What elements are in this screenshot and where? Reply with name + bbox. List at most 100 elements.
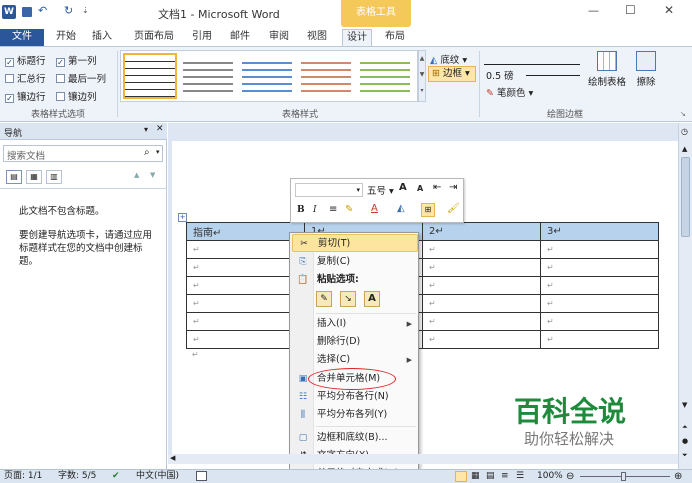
zoom-in-icon[interactable]: ⊕ — [674, 470, 682, 483]
table-cell[interactable]: ↵ — [422, 276, 541, 295]
tab-home[interactable]: 开始 — [50, 29, 82, 46]
undo-icon[interactable]: ↶ — [38, 4, 47, 17]
checkbox-banded-rows[interactable]: ✓ 镶边行 — [5, 89, 46, 103]
tab-references[interactable]: 引用 — [186, 29, 218, 46]
table-row[interactable]: ↵↵↵↵ — [186, 294, 659, 313]
draw-table-button[interactable]: 绘制表格 — [586, 51, 628, 88]
grow-font-button[interactable]: A — [399, 182, 407, 193]
center-align-icon[interactable]: ≡ — [329, 204, 337, 215]
tab-review[interactable]: 审阅 — [263, 29, 295, 46]
table-cell[interactable]: ↵ — [186, 240, 305, 259]
next-page-icon[interactable]: ⏷ — [682, 451, 688, 460]
tab-view[interactable]: 视图 — [301, 29, 333, 46]
redo-icon[interactable]: ↻ — [64, 4, 73, 17]
nav-close-icon[interactable]: ✕ — [156, 124, 164, 134]
table-cell[interactable]: ↵ — [186, 294, 305, 313]
line-weight-select[interactable]: 0.5 磅 — [486, 68, 514, 82]
table-cell[interactable]: ↵ — [422, 294, 541, 313]
table-cell[interactable]: ↵ — [540, 294, 659, 313]
italic-button[interactable]: I — [313, 205, 317, 215]
table-cell[interactable]: ↵ — [186, 258, 305, 277]
scroll-left-icon[interactable]: ◀ — [170, 454, 175, 462]
minimize-button[interactable]: — — [588, 4, 599, 17]
view-draft-icon[interactable]: ☰ — [516, 470, 524, 483]
zoom-level[interactable]: 100% — [537, 470, 563, 483]
table-cell[interactable]: ↵ — [422, 258, 541, 277]
close-button[interactable]: ✕ — [664, 3, 674, 17]
nav-down-icon[interactable]: ▼ — [150, 171, 155, 179]
checkbox-header-row[interactable]: ✓ 标题行 — [5, 53, 46, 67]
scroll-down-icon[interactable]: ▼ — [682, 401, 687, 409]
increase-indent-icon[interactable]: ⇥ — [449, 182, 457, 193]
table-cell[interactable]: 2↵ — [422, 222, 541, 241]
qat-customize-icon[interactable]: ⇣ — [82, 6, 89, 15]
paste-keep-source-button[interactable]: ✎ — [316, 291, 332, 307]
nav-search-input[interactable]: 搜索文档 — [7, 148, 45, 162]
table-style-thumb[interactable] — [360, 57, 410, 95]
table-cell[interactable]: 指南↵ — [186, 222, 305, 241]
table-cell[interactable]: ↵ — [540, 276, 659, 295]
decrease-indent-icon[interactable]: ⇤ — [433, 182, 441, 193]
font-color-icon[interactable]: A — [371, 203, 378, 214]
line-style-select[interactable] — [484, 53, 580, 65]
pen-color-button[interactable]: ✎ 笔颜色 ▾ — [486, 85, 533, 99]
table-cell[interactable]: ↵ — [540, 312, 659, 331]
save-icon[interactable] — [22, 7, 32, 17]
checkbox-banded-columns[interactable]: 镶边列 — [56, 89, 97, 103]
nav-options-icon[interactable]: ▾ — [144, 125, 148, 134]
table-style-thumb[interactable] — [242, 57, 292, 95]
nav-view-tab-headings[interactable]: ▤ — [6, 170, 22, 184]
tab-insert[interactable]: 插入 — [86, 29, 118, 46]
table-cell[interactable]: 3↵ — [540, 222, 659, 241]
table-cell[interactable]: ↵ — [186, 276, 305, 295]
shading-icon[interactable]: ◭ — [397, 203, 405, 214]
nav-up-icon[interactable]: ▲ — [134, 171, 139, 179]
table-row[interactable]: ↵↵↵↵ — [186, 312, 659, 331]
menu-item-copy[interactable]: ⎘ 复制(C) — [292, 253, 418, 271]
view-print-layout-icon[interactable] — [455, 471, 467, 482]
checkbox-total-row[interactable]: 汇总行 — [5, 71, 46, 85]
tab-page-layout[interactable]: 页面布局 — [130, 29, 178, 46]
status-page[interactable]: 页面: 1/1 — [4, 470, 42, 483]
table-style-thumb[interactable] — [183, 57, 233, 95]
table-row[interactable]: ↵↵↵↵ — [186, 330, 659, 349]
font-name-select[interactable]: ▾ — [295, 183, 363, 197]
highlight-icon[interactable]: ✎ — [345, 204, 353, 215]
zoom-slider-thumb[interactable] — [621, 472, 626, 481]
borders-icon[interactable]: ⊞ — [421, 203, 435, 217]
format-painter-icon[interactable]: 🖌 — [447, 203, 460, 214]
table-cell[interactable]: ↵ — [422, 330, 541, 349]
tab-layout[interactable]: 布局 — [379, 29, 411, 46]
shading-button[interactable]: ◭ 底纹 ▾ — [430, 52, 467, 66]
table-header-row[interactable]: 指南↵ 1↵ 2↵ 3↵ — [186, 222, 659, 241]
table-row[interactable]: ↵↵↵↵ — [186, 258, 659, 277]
scroll-up-icon[interactable]: ▲ — [682, 145, 687, 153]
nav-search-box[interactable]: 搜索文档 ⌕ ▾ — [3, 145, 163, 162]
macro-record-icon[interactable] — [196, 471, 207, 481]
table-cell[interactable]: ↵ — [422, 240, 541, 259]
prev-page-icon[interactable]: ⏶ — [682, 423, 688, 432]
bold-button[interactable]: B — [297, 205, 305, 215]
table-cell[interactable]: ↵ — [540, 258, 659, 277]
view-outline-icon[interactable]: ≡ — [501, 470, 509, 483]
dialog-launcher-icon[interactable]: ↘ — [680, 110, 686, 118]
document-table[interactable]: 指南↵ 1↵ 2↵ 3↵ ↵↵↵↵ ↵↵↵↵ ↵↵↵↵ ↵↵↵↵ ↵↵↵↵ ↵↵… — [186, 222, 659, 349]
paste-merge-button[interactable]: ↘ — [340, 291, 356, 307]
tab-file[interactable]: 文件 — [0, 29, 44, 46]
vertical-scrollbar[interactable]: ◷ ▲ ▼ ⏶ ● ⏷ — [678, 123, 692, 469]
nav-view-tab-pages[interactable]: ▦ — [26, 170, 42, 184]
table-style-gallery[interactable] — [120, 50, 418, 102]
paste-text-only-button[interactable]: A — [364, 291, 380, 307]
chevron-down-icon[interactable]: ▾ — [156, 148, 160, 156]
status-language[interactable]: 中文(中国) — [136, 470, 179, 483]
nav-view-tab-results[interactable]: ▥ — [46, 170, 62, 184]
table-cell[interactable]: ↵ — [422, 312, 541, 331]
table-style-thumb-selected[interactable] — [123, 53, 177, 99]
tab-mailings[interactable]: 邮件 — [224, 29, 256, 46]
view-web-layout-icon[interactable]: ▤ — [486, 470, 495, 483]
maximize-button[interactable]: ☐ — [625, 3, 636, 17]
table-row[interactable]: ↵↵↵↵ — [186, 240, 659, 259]
table-row[interactable]: ↵↵↵↵ — [186, 276, 659, 295]
menu-item-distribute-columns[interactable]: ⫼ 平均分布各列(Y) — [292, 406, 418, 424]
eraser-button[interactable]: 擦除 — [632, 51, 660, 88]
